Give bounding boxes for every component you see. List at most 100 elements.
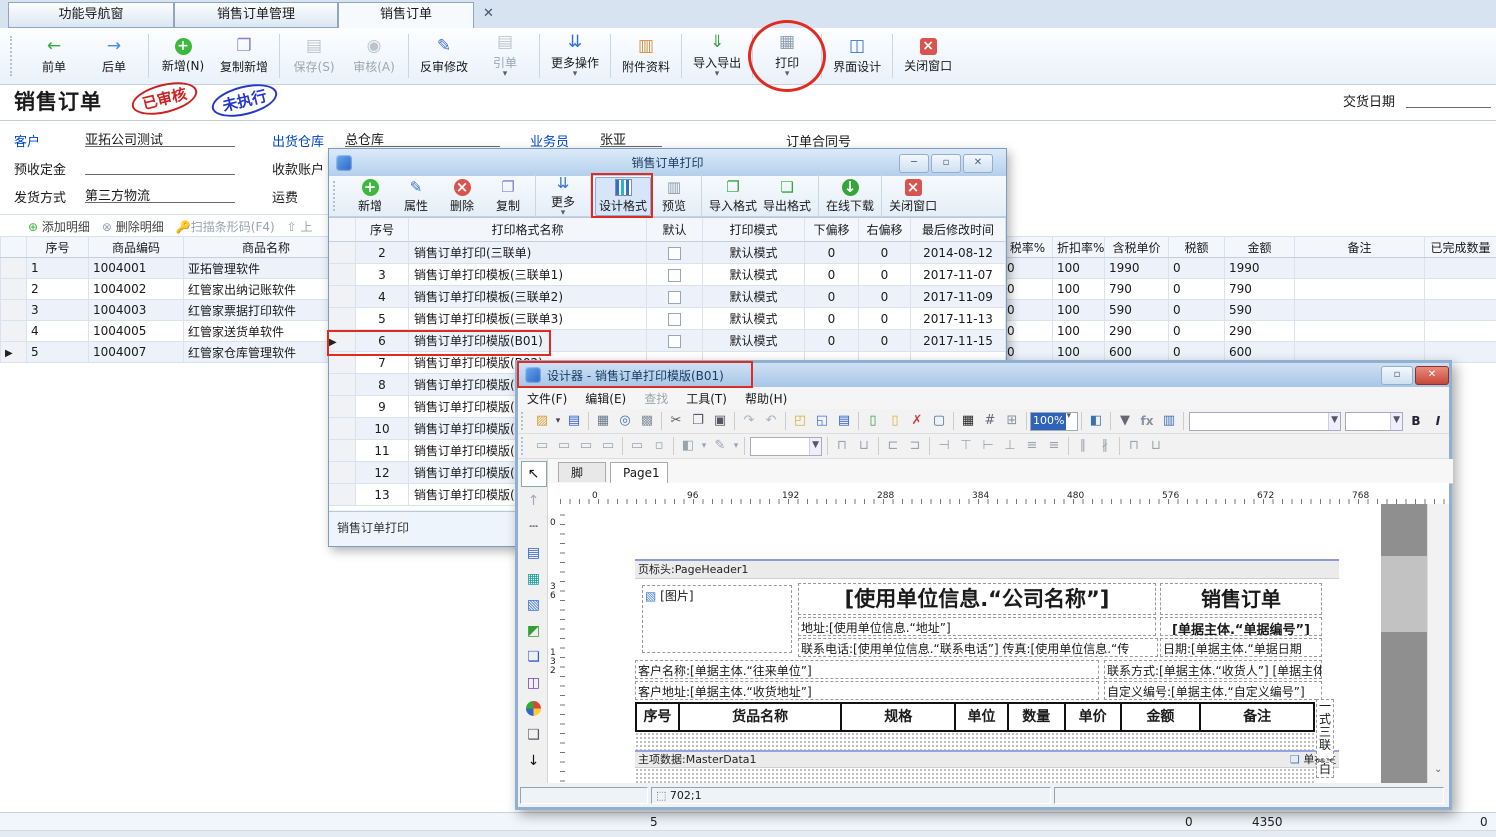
- frame-top-icon[interactable]: ▭: [554, 436, 574, 456]
- size-h-icon[interactable]: ⊐: [905, 436, 925, 456]
- page-list-icon[interactable]: ▤: [834, 411, 854, 431]
- row-selector[interactable]: ▶: [1, 342, 27, 363]
- default-checkbox[interactable]: [668, 247, 681, 260]
- row-selector[interactable]: [329, 264, 356, 286]
- size-combo-combo[interactable]: ▼: [1345, 412, 1403, 431]
- print-icon[interactable]: ▦: [593, 411, 613, 431]
- paste-icon[interactable]: ▣: [710, 411, 730, 431]
- memo-tool[interactable]: ▦: [522, 567, 546, 591]
- center-page-icon[interactable]: ⊓: [1124, 436, 1144, 456]
- same-height-icon[interactable]: ∦: [1095, 436, 1115, 456]
- maximize-button[interactable]: ▫: [1381, 366, 1413, 385]
- fx-icon[interactable]: fx: [1137, 411, 1157, 431]
- scroll-thumb[interactable]: [1381, 556, 1427, 632]
- designer-tab-脚本[interactable]: 脚本: [558, 462, 606, 482]
- row-selector[interactable]: [329, 374, 356, 396]
- bold-icon[interactable]: B: [1406, 411, 1426, 431]
- preview-icon[interactable]: ◎: [615, 411, 635, 431]
- exit-icon[interactable]: ◧: [1086, 411, 1106, 431]
- frame-bottom-icon[interactable]: ▭: [598, 436, 618, 456]
- print-dialog-titlebar[interactable]: 销售订单打印 ─ ▫ ✕: [329, 149, 1006, 176]
- shape-tool[interactable]: ◩: [522, 619, 546, 643]
- snap-icon[interactable]: #: [980, 411, 1000, 431]
- default-checkbox[interactable]: [668, 335, 681, 348]
- align-top-icon[interactable]: ⊥: [1000, 436, 1020, 456]
- middle-page-icon[interactable]: ⊔: [1146, 436, 1166, 456]
- items-table-header[interactable]: 序号货品名称规格单位数量单价金额备注: [635, 702, 1315, 732]
- row-selector[interactable]: [329, 396, 356, 418]
- designer-tab-page1[interactable]: Page1: [610, 462, 668, 483]
- deposit-input[interactable]: [85, 157, 235, 175]
- open-dd-icon[interactable]: ▾: [554, 411, 562, 431]
- customer-input[interactable]: 亚拓公司测试: [85, 129, 235, 147]
- blank-page-icon[interactable]: ▢: [929, 411, 949, 431]
- table-row[interactable]: 01002900290: [1003, 321, 1496, 342]
- label-tool[interactable]: ▤: [522, 541, 546, 565]
- cut-icon[interactable]: ✂: [666, 411, 686, 431]
- close-button[interactable]: ✕: [963, 154, 993, 173]
- band-page-header[interactable]: 页标头:PageHeader1: [635, 559, 1339, 579]
- toolbar-button-copy-new[interactable]: ❐复制新增: [213, 29, 275, 83]
- doc-title-field[interactable]: 销售订单: [1160, 583, 1322, 615]
- dialog-toolbar-button-add[interactable]: +新增: [347, 178, 393, 215]
- dialog-toolbar-button-close[interactable]: ×关闭窗口: [886, 178, 940, 215]
- frame-right-icon[interactable]: ▭: [576, 436, 596, 456]
- bring-front-icon[interactable]: ◰: [790, 411, 810, 431]
- warehouse-input[interactable]: 总仓库: [345, 129, 500, 147]
- fill-dd-icon[interactable]: ▾: [700, 436, 708, 456]
- scan-barcode-button[interactable]: 🔑扫描条形码(F4): [176, 218, 275, 235]
- tab-close-icon[interactable]: ✕: [483, 6, 494, 21]
- row-selector[interactable]: [1, 300, 27, 321]
- field-dd-icon[interactable]: ▼: [1115, 411, 1135, 431]
- shipping-input[interactable]: 第三方物流: [85, 185, 235, 203]
- table-row[interactable]: 41004005红管家送货单软件: [1, 321, 331, 342]
- row-selector[interactable]: [329, 462, 356, 484]
- chart-tool[interactable]: [522, 697, 546, 721]
- frame-all-icon[interactable]: ▭: [627, 436, 647, 456]
- italic-icon[interactable]: I: [1428, 411, 1448, 431]
- designer-menu-item-1[interactable]: 编辑(E): [576, 390, 635, 407]
- designer-menu-item-3[interactable]: 工具(T): [677, 390, 736, 407]
- undo-icon[interactable]: ↶: [761, 411, 781, 431]
- toolbar-button-save[interactable]: ▤保存(S): [284, 29, 344, 83]
- toolbar-button-ui-design[interactable]: ◫界面设计: [826, 29, 888, 83]
- dialog-toolbar-button-export-format[interactable]: ❏导出格式: [760, 178, 814, 215]
- default-checkbox[interactable]: [668, 291, 681, 304]
- row-selector[interactable]: [1, 258, 27, 279]
- zoom-select[interactable]: 100%▾: [1030, 412, 1078, 431]
- align-middle-icon[interactable]: ≡: [1022, 436, 1042, 456]
- new-band-icon[interactable]: ▯: [863, 411, 883, 431]
- image-placeholder[interactable]: ▧ [图片]: [642, 585, 792, 653]
- dialog-toolbar-button-design-format[interactable]: 设计格式: [595, 177, 651, 216]
- dialog-toolbar-button-preview[interactable]: ▥预览: [651, 178, 697, 215]
- dialog-toolbar-button-online-download[interactable]: ↓在线下载: [823, 178, 877, 215]
- default-checkbox[interactable]: [668, 313, 681, 326]
- tab-2[interactable]: 销售订单管理: [174, 2, 338, 28]
- row-selector[interactable]: [329, 440, 356, 462]
- toolbar-button-more-ops[interactable]: ⇊更多操作▾: [544, 29, 606, 83]
- table-row[interactable]: 21004002红管家出纳记账软件: [1, 279, 331, 300]
- new-page-icon[interactable]: ▯: [885, 411, 905, 431]
- band-down[interactable]: ↓: [522, 749, 546, 773]
- toolbar-button-ref-doc[interactable]: ▤引单▾: [475, 29, 535, 83]
- delivery-date-input[interactable]: [1406, 90, 1491, 108]
- customer-address-field[interactable]: 客户地址:[单据主体.“收货地址”]: [635, 681, 1099, 700]
- dialog-toolbar-button-properties[interactable]: ✎属性: [393, 178, 439, 215]
- send-back-icon[interactable]: ◱: [812, 411, 832, 431]
- band-tool[interactable]: ┄: [522, 515, 546, 539]
- customer-name-field[interactable]: 客户名称:[单据主体.“往来单位”]: [635, 660, 1099, 679]
- space-h-icon[interactable]: ⊓: [832, 436, 852, 456]
- pointer[interactable]: ↖: [521, 461, 547, 487]
- align-center-h-icon[interactable]: ⊤: [956, 436, 976, 456]
- grid-icon[interactable]: ▦: [958, 411, 978, 431]
- move-up-button[interactable]: ⇧ 上: [287, 218, 313, 235]
- scroll-down-icon[interactable]: ⌄: [1434, 764, 1442, 775]
- line-style-combo[interactable]: ▼: [750, 437, 822, 456]
- designer-menu-item-2[interactable]: 查找: [635, 390, 677, 407]
- ole-tool[interactable]: ❑: [522, 723, 546, 747]
- toolbar-button-prev-doc[interactable]: ←前单: [24, 29, 84, 83]
- band-up[interactable]: ↑: [522, 489, 546, 513]
- design-canvas[interactable]: ⌄ 页标头:PageHeader1 ▧ [图片] [使用单位信息.“公司名称”]…: [565, 504, 1449, 783]
- row-selector[interactable]: [329, 242, 356, 264]
- toolbar-button-add-new[interactable]: +新增(N): [153, 29, 213, 83]
